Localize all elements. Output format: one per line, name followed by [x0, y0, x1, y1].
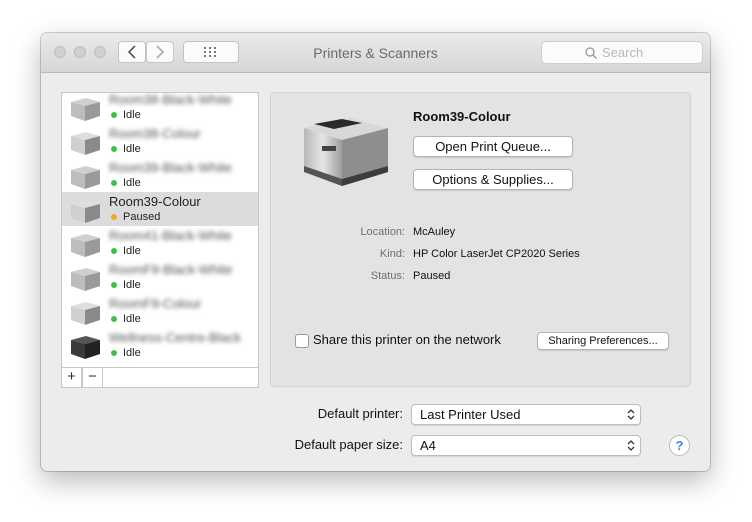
printer-gray-icon — [71, 234, 100, 257]
status-dot — [111, 146, 117, 152]
status-dot — [111, 112, 117, 118]
printer-status: Idle — [123, 177, 141, 189]
printer-name: Room39-Colour — [109, 194, 201, 209]
kind-value: HP Color LaserJet CP2020 Series — [413, 248, 580, 260]
printer-list-item[interactable]: Room41-Black-White Idle — [62, 226, 258, 260]
default-printer-value: Last Printer Used — [420, 407, 521, 422]
title-bar: Printers & Scanners Search — [41, 33, 710, 73]
status-dot — [111, 214, 117, 220]
default-paper-size-label: Default paper size: — [294, 437, 403, 452]
options-supplies-button[interactable]: Options & Supplies... — [413, 169, 573, 190]
printer-name: Wellness-Centre-Black — [109, 330, 241, 345]
add-printer-button[interactable]: + — [61, 367, 82, 388]
default-paper-size-select[interactable]: A4 — [411, 435, 641, 456]
status-dot — [111, 248, 117, 254]
printer-status: Idle — [123, 347, 141, 359]
location-label: Location: — [360, 226, 405, 238]
share-printer-checkbox[interactable] — [295, 334, 309, 348]
printer-name: Room41-Black-White — [109, 228, 232, 243]
status-label: Status: — [370, 270, 405, 282]
status-value: Paused — [413, 270, 451, 282]
printer-detail-panel: Room39-Colour Open Print Queue... Option… — [270, 92, 691, 387]
printer-status: Idle — [123, 143, 141, 155]
printer-list-item[interactable]: Room39-Colour Paused — [62, 192, 258, 226]
default-printer-select[interactable]: Last Printer Used — [411, 404, 641, 425]
default-printer-label: Default printer: — [317, 406, 403, 421]
printer-status: Idle — [123, 279, 141, 291]
printer-name: RoomF9-Black-White — [109, 262, 233, 277]
status-dot — [111, 350, 117, 356]
open-print-queue-button[interactable]: Open Print Queue... — [413, 136, 573, 157]
share-printer-label: Share this printer on the network — [313, 332, 501, 347]
remove-printer-button[interactable]: − — [82, 367, 103, 388]
status-dot — [111, 180, 117, 186]
kind-label: Kind: — [379, 248, 405, 260]
printer-color-icon — [71, 200, 100, 223]
printer-list-item[interactable]: Room38-Black-White Idle — [62, 92, 258, 124]
list-buttons-filler — [103, 367, 259, 388]
list-buttons-bar: + − — [61, 367, 259, 388]
updown-chevron-icon — [627, 409, 635, 420]
printers-scanners-window: Printers & Scanners Search Room38-Black-… — [41, 33, 710, 471]
printer-list-item[interactable]: RoomF9-Black-White Idle — [62, 260, 258, 294]
status-dot — [111, 316, 117, 322]
printer-list-item[interactable]: RoomF9-Colour Idle — [62, 294, 258, 328]
printer-name: Room39-Colour — [413, 109, 511, 124]
printer-name: Room39-Black-White — [109, 160, 232, 175]
status-dot — [111, 282, 117, 288]
help-button[interactable]: ? — [669, 435, 690, 456]
printer-status: Idle — [123, 313, 141, 325]
printer-gray-icon — [71, 98, 100, 121]
updown-chevron-icon — [627, 440, 635, 451]
printer-list-item[interactable]: Room39-Black-White Idle — [62, 158, 258, 192]
default-paper-size-value: A4 — [420, 438, 436, 453]
search-placeholder: Search — [602, 45, 644, 60]
printer-name: Room38-Colour — [109, 126, 201, 141]
location-value: McAuley — [413, 226, 456, 238]
printer-black-icon — [71, 336, 100, 359]
printer-color-icon — [71, 302, 100, 325]
printer-gray-icon — [71, 268, 100, 291]
printer-status: Paused — [123, 211, 161, 223]
printer-gray-icon — [71, 166, 100, 189]
printer-color-icon — [71, 132, 100, 155]
search-icon — [585, 47, 597, 59]
sharing-preferences-button[interactable]: Sharing Preferences... — [537, 332, 669, 350]
printer-status: Idle — [123, 109, 141, 121]
printer-status: Idle — [123, 245, 141, 257]
printer-list[interactable]: Room38-Black-White Idle Room38-Colour Idle R… — [61, 92, 259, 387]
printer-name: RoomF9-Colour — [109, 296, 202, 311]
printer-color-icon — [304, 118, 388, 186]
printer-name: Room38-Black-White — [109, 92, 232, 107]
printer-list-item[interactable]: Room38-Colour Idle — [62, 124, 258, 158]
printer-list-item[interactable]: Wellness-Centre-Black Idle — [62, 328, 258, 362]
search-field[interactable]: Search — [541, 41, 703, 64]
